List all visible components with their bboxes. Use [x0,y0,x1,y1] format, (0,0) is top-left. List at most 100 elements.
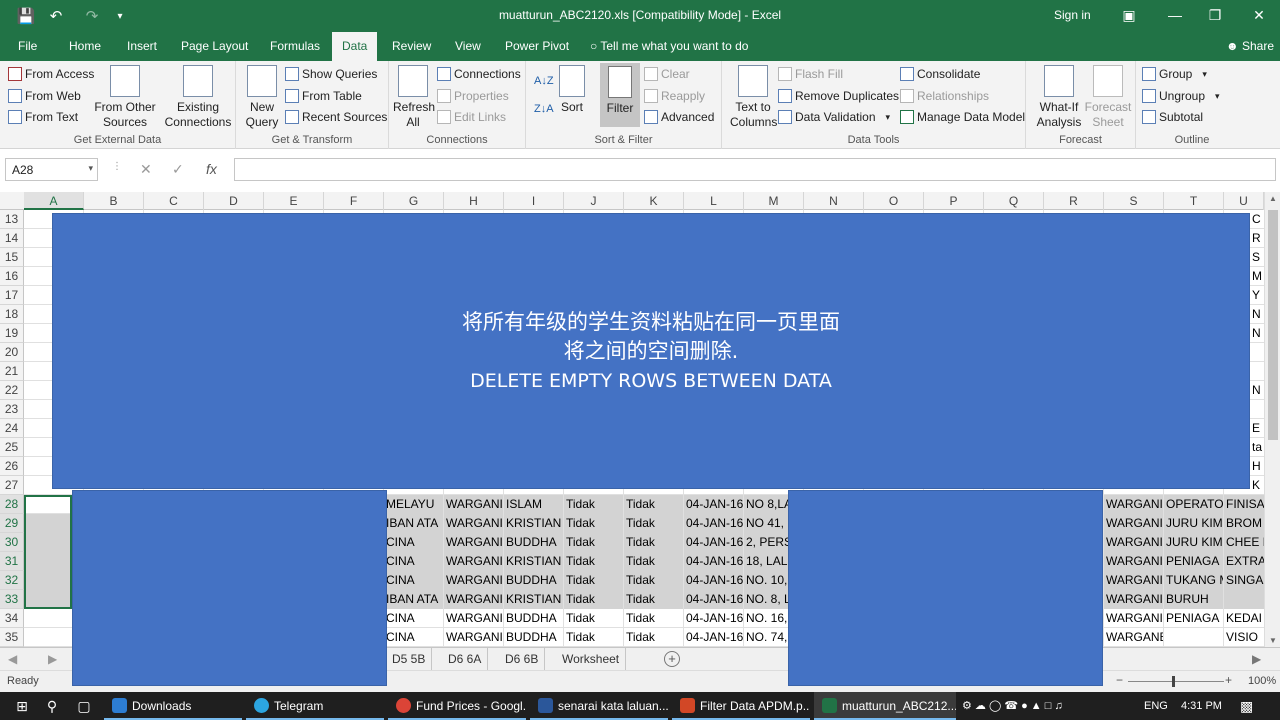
row-header-30[interactable]: 30 [0,533,24,552]
cancel-icon[interactable]: ✕ [140,161,152,178]
cell-s[interactable]: WARGANI [1104,514,1163,533]
connections-button[interactable]: Connections [437,64,521,84]
cell-k[interactable]: Tidak [624,495,683,514]
cell-k[interactable]: Tidak [624,514,683,533]
cell-l[interactable]: 04-JAN-16 [684,552,743,571]
cell-u[interactable] [1224,590,1264,609]
row-header-32[interactable]: 32 [0,571,24,590]
add-sheet-icon[interactable]: + [664,651,680,667]
cell-u[interactable]: K [1250,476,1264,495]
column-header-o[interactable]: O [864,192,924,210]
row-header-27[interactable]: 27 [0,476,24,495]
row-header-29[interactable]: 29 [0,514,24,533]
cell-j[interactable]: Tidak [564,552,623,571]
cell-h[interactable]: WARGANI [444,628,503,647]
cell-j[interactable]: Tidak [564,495,623,514]
cell-t[interactable]: BURUH [1164,590,1223,609]
cell-u[interactable]: FINISA [1224,495,1264,514]
language-indicator[interactable]: ENG [1144,692,1168,720]
chevron-down-icon[interactable]: ▾ [88,163,93,174]
column-header-q[interactable]: Q [984,192,1044,210]
cell-u[interactable]: KEDAI [1224,609,1264,628]
clock[interactable]: 4:31 PM [1181,692,1222,720]
row-header-25[interactable]: 25 [0,438,24,457]
enter-icon[interactable]: ✓ [172,161,184,178]
taskbar-app-downloads[interactable]: Downloads [104,692,242,720]
new-query-button[interactable]: New Query [240,65,284,130]
sheet-tab-d6-6b[interactable]: D6 6B [499,648,546,670]
cell-u[interactable]: EXTRA [1224,552,1264,571]
row-header-15[interactable]: 15 [0,248,24,267]
cell-i[interactable]: KRISTIAN [504,514,563,533]
tab-data[interactable]: Data [332,32,378,61]
close-icon[interactable]: ✕ [1236,0,1280,30]
cell-l[interactable]: 04-JAN-16 [684,533,743,552]
cell-s[interactable]: WARGANI [1104,495,1163,514]
cell-k[interactable]: Tidak [624,609,683,628]
cell-u[interactable]: N [1250,305,1264,324]
clear-button[interactable]: Clear [644,64,690,84]
notifications-icon[interactable]: ▩ [1240,692,1253,720]
data-validation-button[interactable]: Data Validation ▾ [778,107,890,127]
tab-review[interactable]: Review [382,32,441,61]
tab-view[interactable]: View [445,32,491,61]
column-header-s[interactable]: S [1104,192,1164,210]
refresh-all-button[interactable]: Refresh All [393,65,435,130]
taskbar-app-word[interactable]: senarai kata laluan.... [530,692,668,720]
cell-u[interactable]: H [1250,457,1264,476]
properties-button[interactable]: Properties [437,86,509,106]
tray-icons[interactable]: ⚙ ☁ ◯ ☎ ● ▲ □ ♫ [962,692,1063,720]
cell-u[interactable] [1250,362,1264,381]
sign-in-link[interactable]: Sign in [1054,8,1091,22]
share-button[interactable]: ☻ Share [1226,32,1274,61]
column-header-u[interactable]: U [1224,192,1264,210]
column-header-t[interactable]: T [1164,192,1224,210]
column-header-g[interactable]: G [384,192,444,210]
row-header-28[interactable]: 28 [0,495,24,514]
flash-fill-button[interactable]: Flash Fill [778,64,843,84]
cell-h[interactable]: WARGANI [444,609,503,628]
cell-k[interactable]: Tidak [624,552,683,571]
restore-icon[interactable]: ❐ [1192,0,1238,30]
cell-u[interactable]: VISIO [1224,628,1264,647]
edit-links-button[interactable]: Edit Links [437,107,506,127]
remove-duplicates-button[interactable]: Remove Duplicates [778,86,899,106]
cell-i[interactable]: BUDDHA [504,533,563,552]
tab-formulas[interactable]: Formulas [260,32,330,61]
cell-k[interactable]: Tidak [624,533,683,552]
taskbar-app-telegram[interactable]: Telegram [246,692,384,720]
cell-l[interactable]: 04-JAN-16 [684,609,743,628]
column-header-i[interactable]: I [504,192,564,210]
cell-g[interactable]: IBAN ATA [384,514,443,533]
cell-g[interactable]: CINA [384,552,443,571]
column-header-b[interactable]: B [84,192,144,210]
from-table-button[interactable]: From Table [285,86,362,106]
cell-g[interactable]: CINA [384,628,443,647]
tab-power-pivot[interactable]: Power Pivot [495,32,579,61]
column-header-j[interactable]: J [564,192,624,210]
row-header-31[interactable]: 31 [0,552,24,571]
cell-t[interactable]: TUKANG M [1164,571,1223,590]
what-if-analysis-button[interactable]: What-If Analysis [1034,65,1084,130]
existing-connections-button[interactable]: Existing Connections [164,65,232,130]
cell-g[interactable]: CINA [384,609,443,628]
column-header-n[interactable]: N [804,192,864,210]
row-header-33[interactable]: 33 [0,590,24,609]
scroll-right-icon[interactable]: ▶ [1246,648,1267,670]
ungroup-button[interactable]: Ungroup ▾ [1142,86,1220,106]
cell-k[interactable]: Tidak [624,590,683,609]
from-text-button[interactable]: From Text [8,107,78,127]
cell-u[interactable]: N [1250,381,1264,400]
cell-i[interactable]: ISLAM [504,495,563,514]
recent-sources-button[interactable]: Recent Sources [285,107,387,127]
cell-u[interactable]: S [1250,248,1264,267]
cell-k[interactable]: Tidak [624,571,683,590]
cell-t[interactable]: JURU KIMI [1164,514,1223,533]
manage-data-model-button[interactable]: Manage Data Model [900,107,1025,127]
row-header-24[interactable]: 24 [0,419,24,438]
zoom-slider-knob[interactable] [1172,676,1175,687]
cell-u[interactable]: ta [1250,438,1264,457]
tab-page-layout[interactable]: Page Layout [171,32,258,61]
task-view-icon[interactable]: ▢ [74,696,94,716]
windows-start-icon[interactable]: ⊞ [12,696,32,716]
